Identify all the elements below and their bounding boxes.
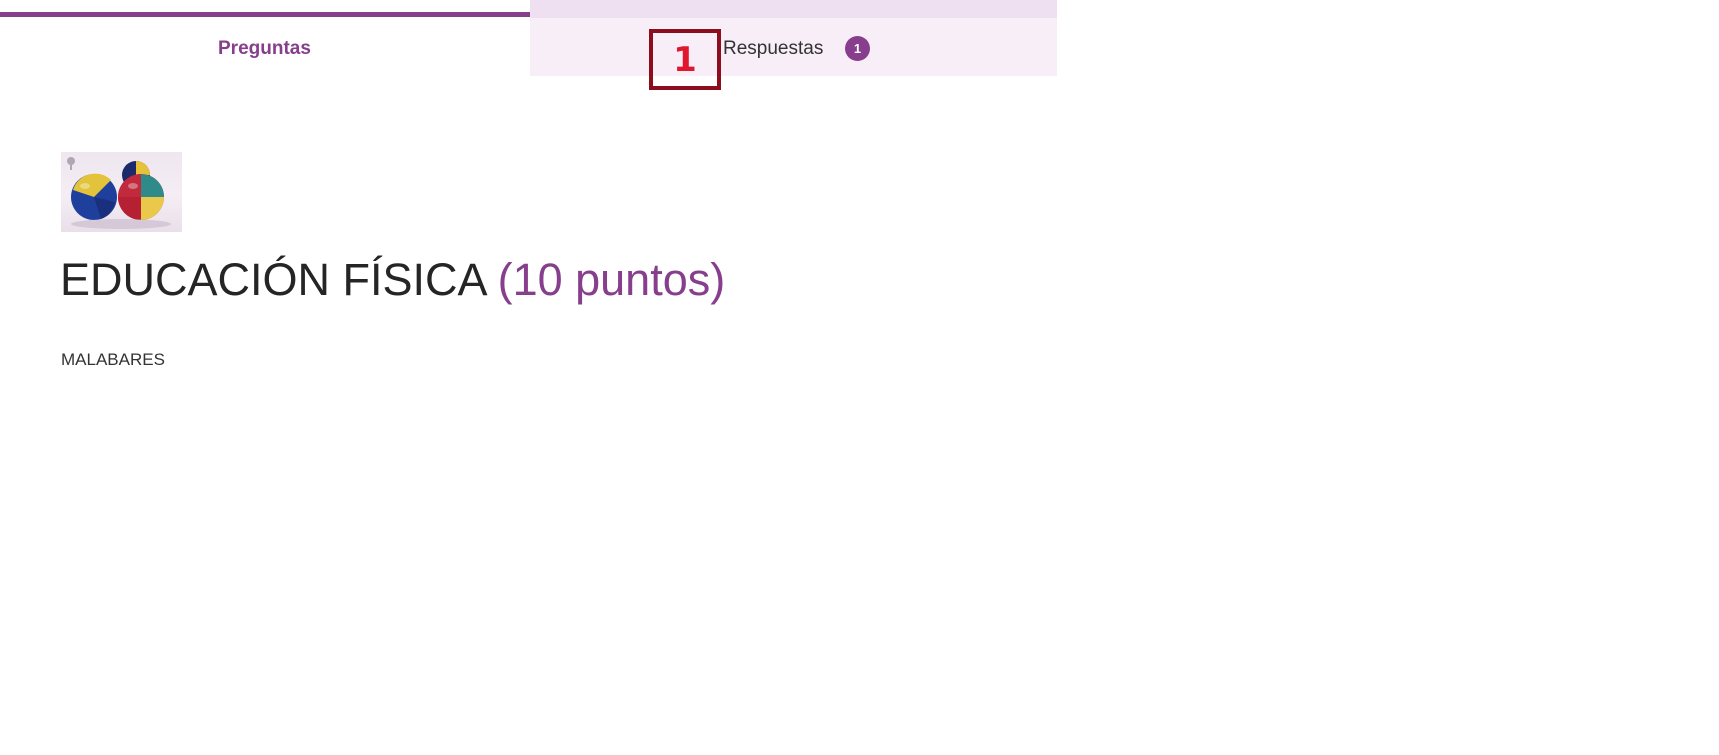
question-title: EDUCACIÓN FÍSICA (10 puntos) <box>60 252 725 308</box>
juggling-balls-image <box>67 157 171 229</box>
tab-respuestas[interactable]: Respuestas 1 <box>530 0 1057 76</box>
tab-respuestas-label: Respuestas <box>723 38 824 59</box>
question-image <box>61 152 182 232</box>
annotation-marker: 1 <box>649 29 721 90</box>
question-points: (10 puntos) <box>497 254 726 305</box>
tab-preguntas-label: Preguntas <box>218 38 311 59</box>
active-tab-indicator <box>0 12 530 17</box>
tab-preguntas[interactable]: Preguntas <box>0 0 530 76</box>
form-page: Preguntas Respuestas 1 1 EDUCACIÓN FÍSIC… <box>0 0 1719 755</box>
question-description: MALABARES <box>61 350 165 369</box>
tab-bar: Preguntas Respuestas 1 <box>0 0 1057 76</box>
question-title-text: EDUCACIÓN FÍSICA <box>60 254 486 305</box>
inactive-tab-indicator <box>530 0 1057 18</box>
responses-count-badge: 1 <box>845 36 870 61</box>
annotation-marker-label: 1 <box>673 40 697 80</box>
